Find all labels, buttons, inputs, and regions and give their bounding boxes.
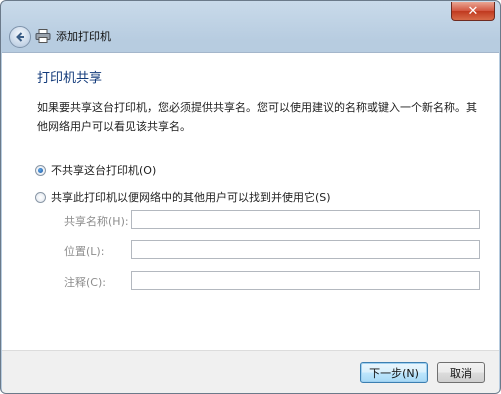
share-option[interactable]: 共享此打印机以便网络中的其他用户可以找到并使用它(S) [35, 189, 331, 205]
wizard-content: 打印机共享 如果要共享这台打印机，您必须提供共享名。您可以使用建议的名称或键入一… [2, 52, 499, 350]
no-share-option[interactable]: 不共享这台打印机(O) [35, 162, 156, 178]
comment-field[interactable] [131, 271, 480, 290]
printer-icon [35, 29, 51, 43]
no-share-label[interactable]: 不共享这台打印机(O) [51, 162, 156, 178]
page-description: 如果要共享这台打印机，您必须提供共享名。您可以使用建议的名称或键入一个新名称。其… [37, 101, 477, 133]
share-radio[interactable] [35, 191, 46, 203]
add-printer-window: ✕ 添加打印机 打印机共享 如果要共享这台打印机，您必须提供共享名。您可以使用建… [0, 0, 501, 394]
cancel-button[interactable]: 取消 [437, 362, 485, 383]
close-icon: ✕ [467, 3, 479, 19]
wizard-header: 添加打印机 [1, 23, 500, 51]
page-heading: 打印机共享 [37, 71, 103, 86]
back-button[interactable] [9, 26, 31, 48]
comment-label: 注释(C): [64, 276, 106, 289]
location-field[interactable] [131, 240, 480, 259]
window-title: 添加打印机 [56, 30, 111, 43]
next-button[interactable]: 下一步(N) [360, 362, 428, 383]
location-label: 位置(L): [64, 245, 105, 258]
share-name-label: 共享名称(H): [64, 215, 129, 228]
back-arrow-icon [16, 32, 24, 42]
share-name-field[interactable] [131, 210, 480, 229]
close-button[interactable]: ✕ [451, 2, 495, 21]
wizard-footer: 下一步(N) 取消 [2, 350, 499, 393]
no-share-radio[interactable] [35, 164, 46, 176]
share-label[interactable]: 共享此打印机以便网络中的其他用户可以找到并使用它(S) [51, 189, 331, 205]
